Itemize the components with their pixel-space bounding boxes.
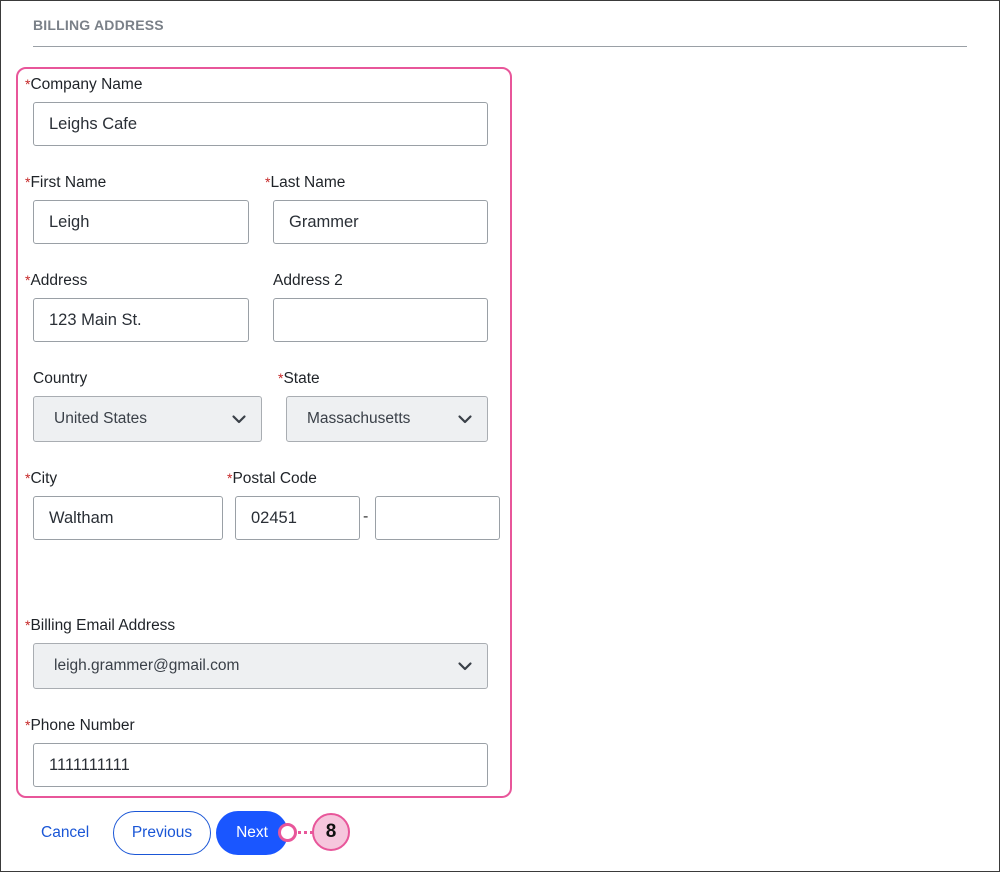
billing-email-label: *Billing Email Address [25,617,175,635]
state-label: *State [278,370,320,388]
previous-button[interactable]: Previous [113,811,211,855]
state-select[interactable]: Massachusetts [286,396,488,442]
city-label: *City [25,470,57,488]
country-label: Country [33,370,88,387]
address-input[interactable] [33,298,249,342]
phone-label: *Phone Number [25,717,135,735]
phone-label-text: Phone Number [30,717,135,734]
company-name-label: *Company Name [25,76,142,94]
first-name-label-text: First Name [30,174,107,191]
state-select-value: Massachusetts [307,410,411,427]
last-name-label-text: Last Name [270,174,346,191]
postal-code-separator: - [363,508,369,525]
first-name-input[interactable] [33,200,249,244]
phone-input[interactable] [33,743,488,787]
chevron-down-icon [458,415,472,424]
cancel-button[interactable]: Cancel [41,824,89,842]
last-name-label: *Last Name [265,174,345,192]
city-label-text: City [30,470,58,487]
chevron-down-icon [458,662,472,671]
last-name-input[interactable] [273,200,488,244]
chevron-down-icon [232,415,246,424]
postal-code-label: *Postal Code [227,470,317,488]
company-name-input[interactable] [33,102,488,146]
callout-connector [298,831,313,834]
address2-label: Address 2 [273,272,343,289]
first-name-label: *First Name [25,174,106,192]
section-divider [33,46,967,47]
postal-code-input[interactable] [235,496,360,540]
country-select-value: United States [54,410,148,427]
company-name-label-text: Company Name [30,76,143,93]
billing-email-select-value: leigh.grammer@gmail.com [54,657,240,674]
postal-code-extension-input[interactable] [375,496,500,540]
address-label: *Address [25,272,87,290]
country-select[interactable]: United States [33,396,262,442]
address2-input[interactable] [273,298,488,342]
address-label-text: Address [30,272,88,289]
section-title: BILLING ADDRESS [33,17,164,33]
city-input[interactable] [33,496,223,540]
billing-email-select[interactable]: leigh.grammer@gmail.com [33,643,488,689]
callout-badge: 8 [312,813,350,851]
billing-email-label-text: Billing Email Address [30,617,176,634]
state-label-text: State [283,370,320,387]
callout-anchor-dot [278,823,297,842]
postal-code-label-text: Postal Code [232,470,317,487]
